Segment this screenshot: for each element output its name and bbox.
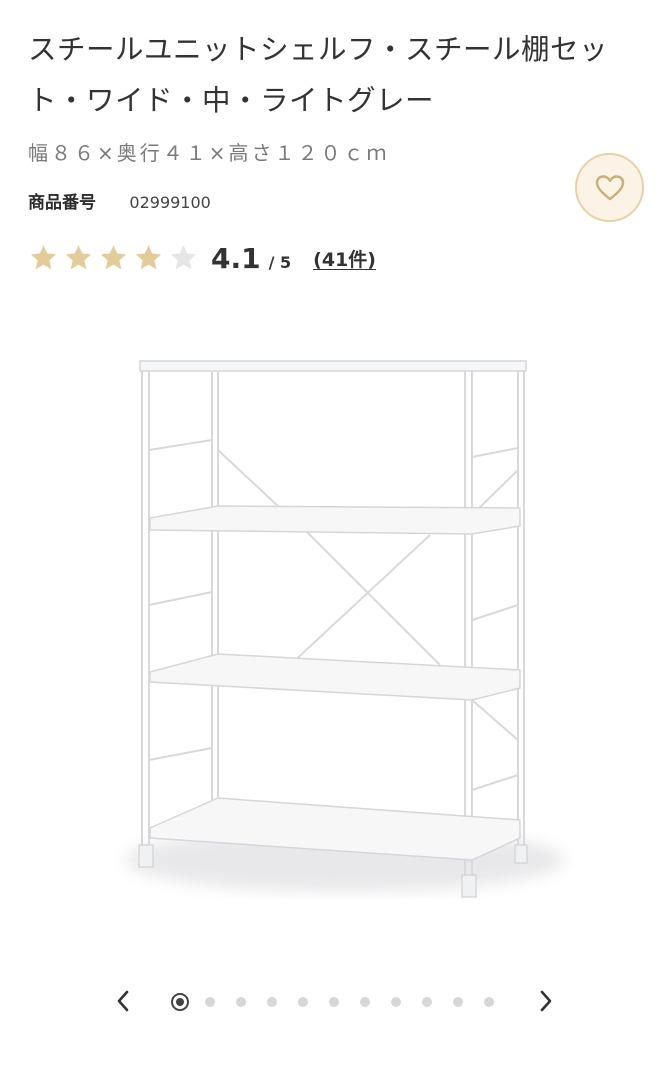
product-dimensions: 幅８６×奥行４１×高さ１２０ｃｍ — [28, 141, 390, 165]
star-filled-icon — [100, 245, 127, 270]
carousel-dot[interactable] — [171, 993, 189, 1011]
chevron-left-icon — [117, 990, 129, 1012]
carousel-dot[interactable] — [484, 997, 494, 1007]
carousel-next-button[interactable] — [531, 986, 561, 1016]
rating-stars — [28, 243, 203, 273]
star-filled-icon — [135, 245, 162, 270]
favorite-button[interactable] — [575, 153, 644, 222]
rating-score: 4.1 — [211, 241, 261, 275]
product-number: 商品番号 02999100 — [28, 190, 211, 216]
chevron-right-icon — [540, 990, 552, 1012]
star-filled-icon — [30, 245, 57, 270]
carousel-dot[interactable] — [422, 997, 432, 1007]
carousel-dot[interactable] — [236, 997, 246, 1007]
review-count-link[interactable]: (41件) — [313, 245, 376, 272]
carousel-dot[interactable] — [360, 997, 370, 1007]
product-image[interactable] — [0, 320, 670, 960]
carousel-dot[interactable] — [329, 997, 339, 1007]
star-empty-icon — [170, 245, 197, 270]
carousel-dot[interactable] — [391, 997, 401, 1007]
carousel-prev-button[interactable] — [108, 986, 138, 1016]
product-title: スチールユニットシェルフ・スチール棚セット・ワイド・中・ライトグレー — [28, 33, 609, 117]
product-number-value: 02999100 — [129, 193, 211, 212]
carousel-dot[interactable] — [298, 997, 308, 1007]
carousel-dot[interactable] — [453, 997, 463, 1007]
steel-shelf-illustration — [125, 360, 565, 898]
rating-out-of: / 5 — [268, 252, 292, 272]
rating-summary: 4.1 / 5 (41件) — [28, 236, 376, 280]
heart-icon — [595, 174, 624, 200]
image-carousel-controls — [0, 980, 670, 1024]
product-number-label: 商品番号 — [28, 193, 96, 213]
carousel-dot[interactable] — [267, 997, 277, 1007]
star-filled-icon — [65, 245, 92, 270]
carousel-pagination — [170, 992, 515, 1012]
carousel-dot[interactable] — [205, 997, 215, 1007]
